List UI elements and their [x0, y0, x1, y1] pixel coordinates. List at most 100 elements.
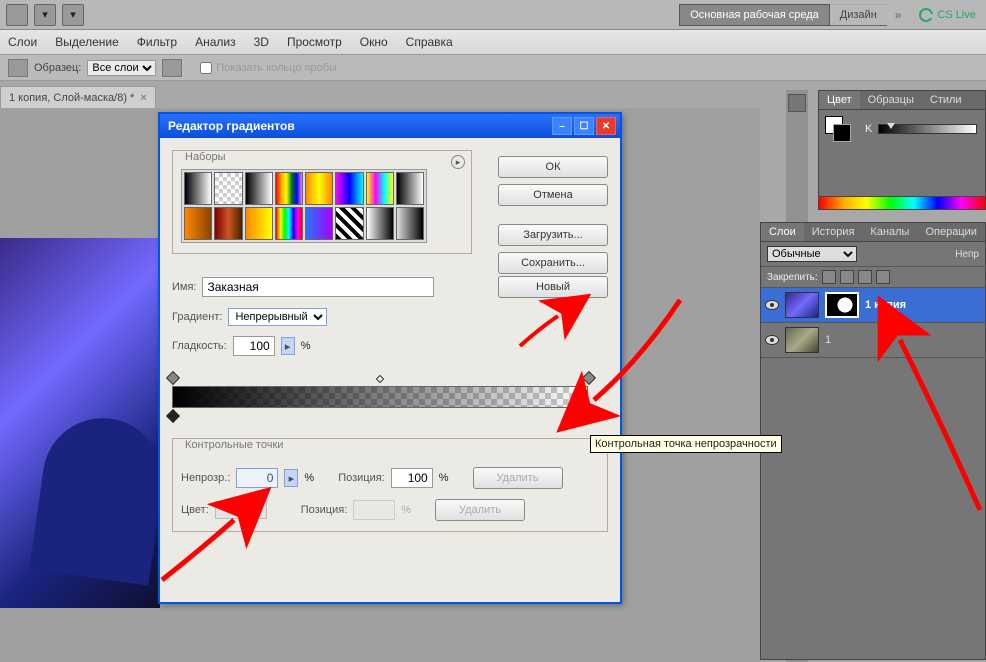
- ok-button[interactable]: ОК: [498, 156, 608, 178]
- color-ramp[interactable]: [818, 196, 986, 210]
- save-button[interactable]: Сохранить...: [498, 252, 608, 274]
- lock-label: Закрепить:: [767, 272, 818, 283]
- lock-position-icon[interactable]: [858, 270, 872, 284]
- presets-menu-icon[interactable]: ▸: [451, 155, 465, 169]
- color-stop-left[interactable]: [167, 410, 177, 422]
- show-ring-checkbox[interactable]: [200, 62, 212, 74]
- menu-analysis[interactable]: Анализ: [195, 35, 236, 49]
- gradient-preset[interactable]: [275, 172, 303, 205]
- menu-layers[interactable]: Слои: [8, 35, 37, 49]
- close-button[interactable]: ✕: [596, 117, 616, 135]
- dialog-title-bar[interactable]: Редактор градиентов – ☐ ✕: [160, 114, 620, 138]
- menu-help[interactable]: Справка: [406, 35, 453, 49]
- workspace-essentials-button[interactable]: Основная рабочая среда: [679, 4, 830, 26]
- cs-live-button[interactable]: CS Live: [915, 6, 980, 24]
- tab-layers[interactable]: Слои: [761, 223, 804, 241]
- color-stop-right[interactable]: [583, 410, 593, 422]
- workspace-more-icon[interactable]: »: [887, 8, 910, 22]
- dock-item-icon[interactable]: [788, 94, 806, 112]
- new-button[interactable]: Новый: [498, 276, 608, 298]
- dialog-title: Редактор градиентов: [164, 119, 550, 133]
- gradient-preset[interactable]: [245, 207, 273, 240]
- tab-actions[interactable]: Операции: [917, 223, 984, 241]
- color-swatch: [215, 501, 247, 519]
- tab-channels[interactable]: Каналы: [862, 223, 917, 241]
- name-label: Имя:: [172, 281, 196, 293]
- presets-label: Наборы: [181, 151, 230, 163]
- lock-pixels-icon[interactable]: [822, 270, 836, 284]
- menu-filter[interactable]: Фильтр: [137, 35, 177, 49]
- sample-extra-icon[interactable]: [162, 59, 182, 77]
- visibility-icon[interactable]: [765, 300, 779, 310]
- layer-row[interactable]: 1 копия: [761, 288, 985, 323]
- gradient-preset[interactable]: [366, 207, 394, 240]
- tab-styles[interactable]: Стили: [922, 91, 970, 109]
- smoothness-label: Гладкость:: [172, 340, 227, 352]
- gradient-preset[interactable]: [184, 172, 212, 205]
- workspace-design-button[interactable]: Дизайн: [830, 4, 887, 26]
- tool-preset-icon[interactable]: [8, 59, 28, 77]
- gradient-preset[interactable]: [335, 207, 363, 240]
- tab-history[interactable]: История: [804, 223, 863, 241]
- arrange-docs-icon[interactable]: ▾: [62, 4, 84, 26]
- visibility-icon[interactable]: [765, 335, 779, 345]
- app-icon[interactable]: [6, 4, 28, 26]
- gradient-preset[interactable]: [214, 172, 242, 205]
- gradient-preset[interactable]: [305, 207, 333, 240]
- smoothness-input[interactable]: [233, 336, 275, 356]
- background-swatch[interactable]: [833, 124, 851, 142]
- menu-3d[interactable]: 3D: [254, 35, 269, 49]
- gradient-preset[interactable]: [366, 172, 394, 205]
- maximize-button[interactable]: ☐: [574, 117, 594, 135]
- position2-input: [353, 500, 395, 520]
- lock-brush-icon[interactable]: [840, 270, 854, 284]
- opacity-stepper[interactable]: ▸: [284, 469, 298, 487]
- layer-name[interactable]: 1 копия: [865, 299, 906, 311]
- lock-all-icon[interactable]: [876, 270, 890, 284]
- cancel-button[interactable]: Отмена: [498, 184, 608, 206]
- gradient-preset[interactable]: [275, 207, 303, 240]
- fg-bg-swatch[interactable]: [825, 116, 851, 142]
- sample-layers-select[interactable]: Все слои: [87, 60, 156, 76]
- minimize-button[interactable]: –: [552, 117, 572, 135]
- opacity-stop-right[interactable]: [583, 372, 593, 384]
- k-channel-label: K: [865, 123, 872, 135]
- menu-selection[interactable]: Выделение: [55, 35, 119, 49]
- menu-view[interactable]: Просмотр: [287, 35, 342, 49]
- gradient-type-select[interactable]: Непрерывный: [228, 308, 327, 326]
- position-input[interactable]: [391, 468, 433, 488]
- image-preview: [0, 238, 160, 608]
- gradient-name-input[interactable]: [202, 277, 434, 297]
- gradient-preset[interactable]: [305, 172, 333, 205]
- layer-name[interactable]: 1: [825, 334, 831, 346]
- opacity-stop-left[interactable]: [167, 372, 177, 384]
- document-tab[interactable]: 1 копия, Слой-маска/8) * ×: [0, 86, 156, 108]
- tab-color[interactable]: Цвет: [819, 91, 860, 109]
- gradient-preset[interactable]: [245, 172, 273, 205]
- smoothness-stepper[interactable]: ▸: [281, 337, 295, 355]
- layer-thumbnail[interactable]: [785, 327, 819, 353]
- tab-swatches[interactable]: Образцы: [860, 91, 922, 109]
- color-picker-stepper: ▸: [253, 501, 267, 519]
- gradient-preset[interactable]: [214, 207, 242, 240]
- screen-mode-icon[interactable]: ▾: [34, 4, 56, 26]
- menu-window[interactable]: Окно: [360, 35, 388, 49]
- mask-thumbnail[interactable]: [825, 292, 859, 318]
- opacity-input[interactable]: [236, 468, 278, 488]
- sample-label: Образец:: [34, 62, 81, 74]
- load-button[interactable]: Загрузить...: [498, 224, 608, 246]
- layer-thumbnail[interactable]: [785, 292, 819, 318]
- k-slider[interactable]: [878, 124, 977, 134]
- gradient-preset[interactable]: [396, 207, 424, 240]
- gradient-preset[interactable]: [184, 207, 212, 240]
- gradient-preset[interactable]: [335, 172, 363, 205]
- layer-row[interactable]: 1: [761, 323, 985, 358]
- layers-panel: Слои История Каналы Операции Обычные Неп…: [760, 222, 986, 660]
- color-panel: Цвет Образцы Стили K: [818, 90, 986, 210]
- delete-opacity-stop-button: Удалить: [473, 467, 563, 489]
- gradient-bar[interactable]: [172, 372, 588, 418]
- midpoint-marker[interactable]: [376, 375, 384, 383]
- blend-mode-select[interactable]: Обычные: [767, 246, 857, 262]
- close-icon[interactable]: ×: [140, 92, 146, 104]
- gradient-preset[interactable]: [396, 172, 424, 205]
